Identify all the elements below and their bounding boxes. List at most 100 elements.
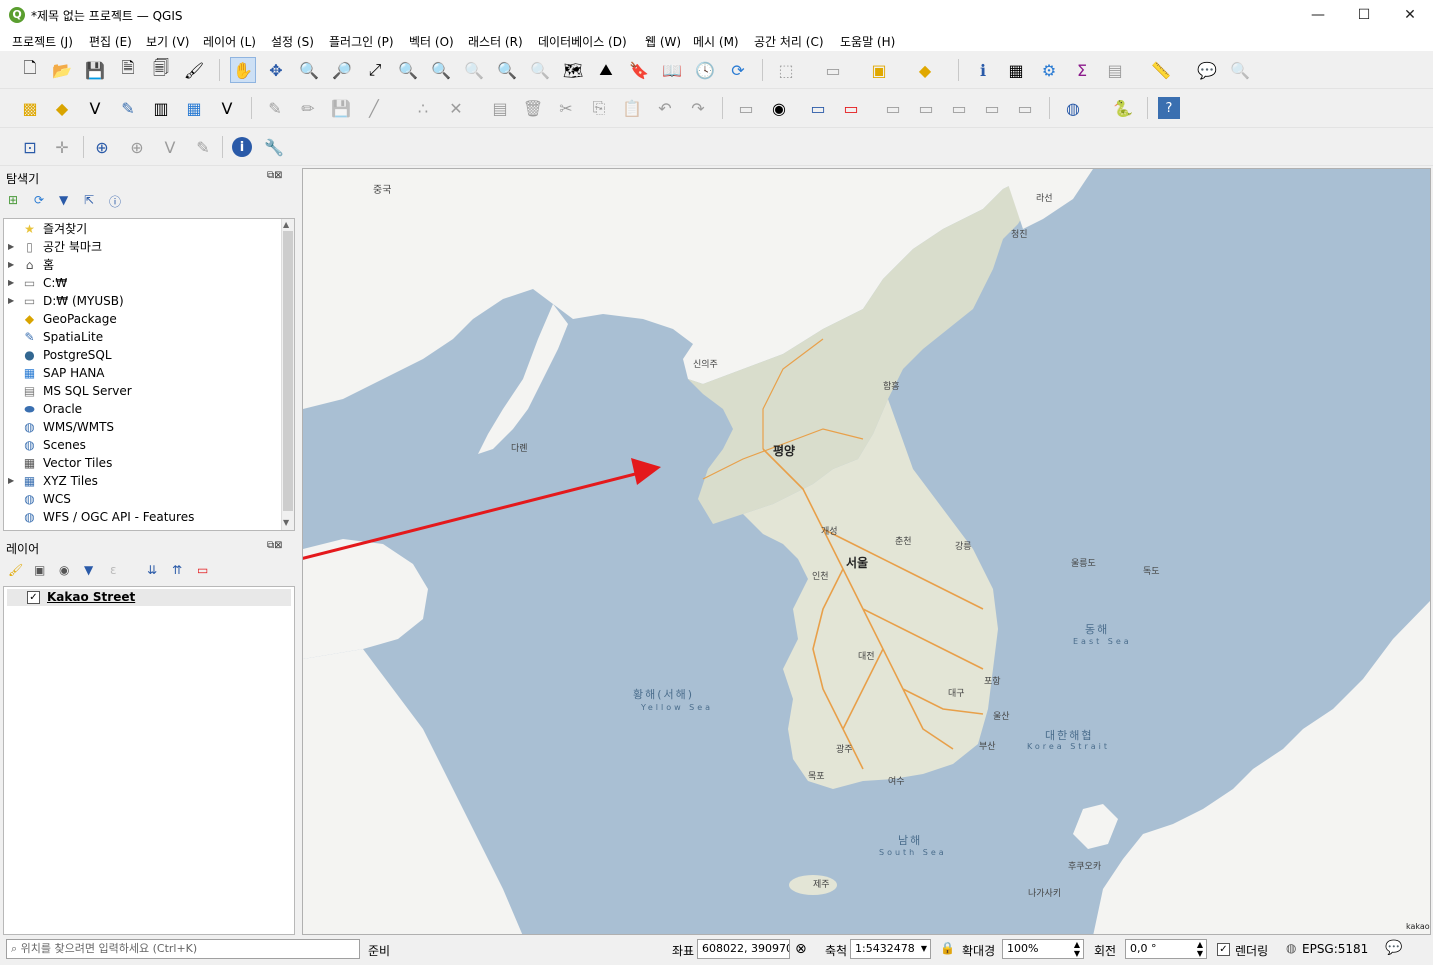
browser-item-wcs[interactable]: ◍ WCS — [4, 490, 284, 508]
zoom-out-icon[interactable]: 🔎 — [329, 57, 355, 83]
change-label-icon[interactable]: ▭ — [979, 95, 1005, 121]
undo-icon[interactable]: ↶ — [652, 95, 678, 121]
browser-item-drive-c[interactable]: ▶ ▭ C:₩ — [4, 274, 284, 292]
select-location-icon[interactable]: ◆ — [912, 57, 938, 83]
collapse-all-icon[interactable]: ⇈ — [172, 563, 182, 577]
select-by-value-icon[interactable]: ▭ — [820, 57, 846, 83]
browser-item-geopackage[interactable]: ◆ GeoPackage — [4, 310, 284, 328]
visibility-eye-icon[interactable]: ◉ — [59, 563, 69, 577]
current-edits-icon[interactable]: ✎ — [262, 95, 288, 121]
toolbox-gear-icon[interactable]: ⚙ — [1036, 57, 1062, 83]
browser-item-wms-wmts[interactable]: ◍ WMS/WMTS — [4, 418, 284, 436]
menu-web[interactable]: 웹 (W) — [645, 33, 681, 50]
browser-item-scenes[interactable]: ◍ Scenes — [4, 436, 284, 454]
add-group-icon[interactable]: ▣ — [34, 563, 45, 577]
cut-features-icon[interactable]: ✂ — [553, 95, 579, 121]
scale-combobox[interactable]: 1:5432478 ▼ — [850, 939, 931, 959]
modify-attributes-icon[interactable]: ✕ — [443, 95, 469, 121]
browser-item-oracle[interactable]: ⬬ Oracle — [4, 400, 284, 418]
browser-dock-buttons[interactable]: ⧉⊠ — [267, 170, 283, 181]
expand-all-icon[interactable]: ⇊ — [147, 563, 157, 577]
new-bookmark-icon[interactable]: 🔖 — [626, 57, 652, 83]
zoom-last-icon[interactable]: 🔍 — [494, 57, 520, 83]
menu-raster[interactable]: 래스터 (R) — [468, 33, 523, 50]
menu-layer[interactable]: 레이어 (L) — [203, 33, 256, 50]
scroll-down-icon[interactable]: ▼ — [283, 518, 289, 527]
layer-name[interactable]: Kakao Street — [47, 590, 135, 604]
identify-features-icon[interactable]: ℹ — [970, 57, 996, 83]
browser-item-favorites[interactable]: ★ 즐겨찾기 — [4, 220, 284, 238]
new-3d-map-icon[interactable]: ⛰ — [593, 57, 619, 83]
browser-item-home[interactable]: ▶ ⌂ 홈 — [4, 256, 284, 274]
search-icon[interactable]: 🔍 — [1227, 57, 1253, 83]
browser-scrollbar[interactable]: ▲ ▼ — [281, 219, 294, 530]
attribute-table-icon[interactable]: ▤ — [1102, 57, 1128, 83]
georeferencer-icon[interactable]: ⊕ — [89, 134, 115, 160]
crs-globe-icon[interactable]: ◍ — [1286, 941, 1296, 955]
toggle-editing-icon[interactable]: ✏ — [295, 95, 321, 121]
style-brush-icon[interactable]: 🖌 — [8, 563, 23, 577]
plugin-tools-icon[interactable]: 🔧 — [261, 134, 287, 160]
filter-legend-icon[interactable]: ▼ — [84, 563, 93, 577]
map-canvas[interactable]: 중국 평양 서울 인천 대전 대구 부산 울산 광주 목포 여수 포항 강릉 춘… — [302, 168, 1431, 935]
render-checkbox[interactable]: ✓ — [1217, 943, 1230, 956]
locator-search-input[interactable]: ⌕ 위치를 찾으려면 입력하세요 (Ctrl+K) — [6, 939, 360, 959]
show-hide-labels-icon[interactable]: ▭ — [913, 95, 939, 121]
select-features-icon[interactable]: ⬚ — [773, 57, 799, 83]
browser-item-mssql[interactable]: ▤ MS SQL Server — [4, 382, 284, 400]
refresh-icon[interactable]: ⟳ — [34, 193, 44, 207]
maximize-button[interactable]: ☐ — [1341, 0, 1387, 31]
browser-item-sap-hana[interactable]: ▦ SAP HANA — [4, 364, 284, 382]
save-edits-icon[interactable]: 💾 — [328, 95, 354, 121]
metasearch-icon[interactable]: ◍ — [1060, 95, 1086, 121]
close-button[interactable]: ✕ — [1387, 0, 1433, 31]
new-project-icon[interactable]: 🗋 — [17, 57, 43, 83]
filter-icon[interactable]: ▼ — [59, 193, 68, 207]
new-mesh-layer-icon[interactable]: V — [214, 95, 240, 121]
menu-mesh[interactable]: 메시 (M) — [693, 33, 739, 50]
spin-arrows-icon[interactable]: ▲ ▼ — [1074, 940, 1080, 958]
refresh-icon[interactable]: ⟳ — [725, 57, 751, 83]
zoom-next-icon[interactable]: 🔍 — [527, 57, 553, 83]
crosshair-icon[interactable]: ✛ — [49, 134, 75, 160]
messages-icon[interactable]: 💬 — [1385, 940, 1402, 956]
browser-item-vector-tiles[interactable]: ▦ Vector Tiles — [4, 454, 284, 472]
new-virtual-layer-icon[interactable]: ▦ — [181, 95, 207, 121]
temporal-controller-icon[interactable]: 🕓 — [692, 57, 718, 83]
crs-button[interactable]: EPSG:5181 — [1302, 942, 1368, 956]
pin-labels-icon[interactable]: ▭ — [805, 95, 831, 121]
open-attribute-table-icon[interactable]: ▦ — [1003, 57, 1029, 83]
help-icon[interactable]: ? — [1158, 97, 1180, 119]
deselect-all-icon[interactable]: ▣ — [866, 57, 892, 83]
layer-row-kakao-street[interactable]: ✓ Kakao Street — [7, 589, 291, 606]
browser-item-drive-d[interactable]: ▶ ▭ D:₩ (MYUSB) — [4, 292, 284, 310]
gps-icon[interactable]: ⊡ — [17, 134, 43, 160]
coordinate-toggle-icon[interactable]: ⊗ — [795, 941, 807, 957]
collapse-all-icon[interactable]: ⇱ — [84, 193, 94, 207]
remove-layer-icon[interactable]: ▭ — [197, 563, 208, 577]
add-selected-layers-icon[interactable]: ⊞ — [8, 193, 18, 207]
spin-arrows-icon[interactable]: ▲ ▼ — [1197, 940, 1203, 958]
magnifier-spinbox[interactable]: 100% ▲ ▼ — [1002, 939, 1084, 959]
delete-selected-icon[interactable]: 🗑 — [520, 95, 546, 121]
redo-icon[interactable]: ↷ — [685, 95, 711, 121]
info-icon[interactable]: i — [229, 134, 255, 160]
copy-features-icon[interactable]: ⎘ — [586, 95, 612, 121]
new-geopackage-layer-icon[interactable]: ◆ — [49, 95, 75, 121]
pan-to-selection-icon[interactable]: ✥ — [263, 57, 289, 83]
map-tips-icon[interactable]: 💬 — [1194, 57, 1220, 83]
menu-settings[interactable]: 설정 (S) — [271, 33, 314, 50]
browser-item-xyz-tiles[interactable]: ▶ ▦ XYZ Tiles — [4, 472, 284, 490]
zoom-to-layer-icon[interactable]: 🔍 — [428, 57, 454, 83]
digitize-track-icon[interactable]: ✎ — [190, 134, 216, 160]
menu-vector[interactable]: 벡터 (O) — [409, 33, 454, 50]
new-map-view-icon[interactable]: 🗺 — [560, 57, 586, 83]
menu-view[interactable]: 보기 (V) — [146, 33, 189, 50]
menu-project[interactable]: 프로젝트 (J) — [12, 33, 73, 50]
label-toolbar-icon[interactable]: ▭ — [733, 95, 759, 121]
edit-attributes-icon[interactable]: ▤ — [487, 95, 513, 121]
save-project-icon[interactable]: 💾 — [82, 57, 108, 83]
browser-item-spatialite[interactable]: ✎ SpatiaLite — [4, 328, 284, 346]
rotation-spinbox[interactable]: 0,0 ° ▲ ▼ — [1125, 939, 1207, 959]
layout-manager-icon[interactable]: 🗐 — [148, 57, 174, 83]
